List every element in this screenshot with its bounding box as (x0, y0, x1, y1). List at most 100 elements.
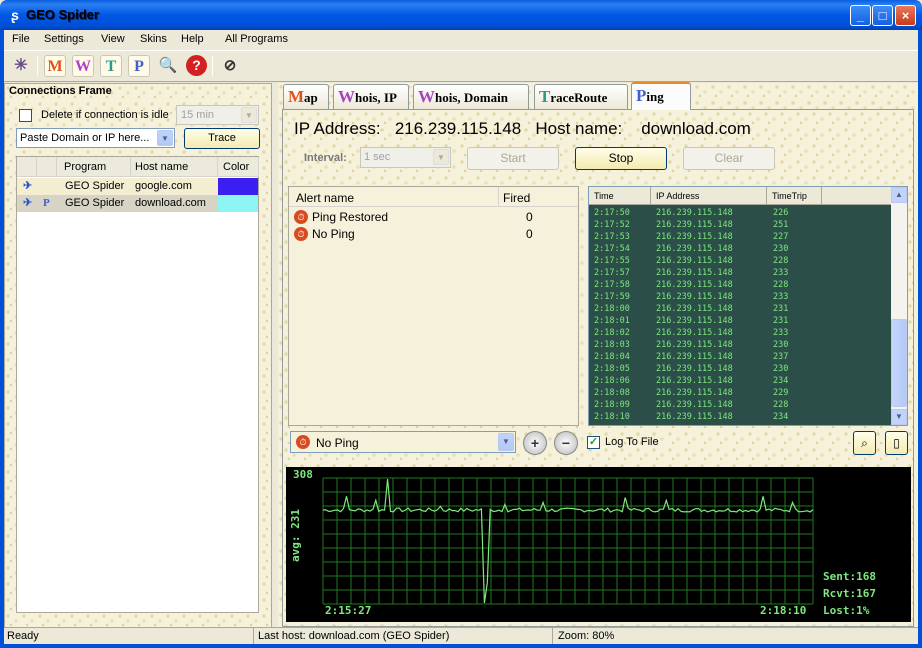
log-row[interactable]: 2:17:54 216.239.115.148 230 (589, 243, 893, 255)
column-header-icon2[interactable] (37, 157, 57, 177)
table-row[interactable]: ✈ P GEO Spider download.com (17, 195, 258, 212)
antispy-icon[interactable]: ⊘ (219, 55, 241, 77)
column-header-fired[interactable]: Fired (503, 191, 530, 205)
log-row[interactable]: 2:17:53 216.239.115.148 227 (589, 231, 893, 243)
column-header-host[interactable]: Host name (131, 157, 218, 177)
column-header-alert-name[interactable]: Alert name (296, 191, 354, 205)
maximize-button[interactable]: □ (872, 5, 893, 26)
log-row[interactable]: 2:18:02 216.239.115.148 233 (589, 327, 893, 339)
column-header-ip[interactable]: IP Address (651, 187, 767, 205)
log-timetrip: 234 (773, 376, 789, 386)
ping-p-icon[interactable]: P (128, 55, 150, 77)
interval-select[interactable]: 1 sec ▼ (360, 147, 451, 168)
search-icon: ⌕ (861, 436, 868, 450)
log-row[interactable]: 2:18:03 216.239.115.148 230 (589, 339, 893, 351)
log-row[interactable]: 2:17:52 216.239.115.148 251 (589, 219, 893, 231)
list-item[interactable]: ⏱ No Ping 0 (292, 226, 576, 242)
log-row[interactable]: 2:17:57 216.239.115.148 233 (589, 267, 893, 279)
view-log-button[interactable]: ⌕ (853, 431, 876, 455)
traceroute-t-icon[interactable]: T (100, 55, 122, 77)
toolbar-separator (212, 56, 213, 76)
chevron-down-icon: ▼ (498, 433, 514, 451)
trace-button[interactable]: Trace (184, 128, 260, 149)
close-button[interactable]: × (895, 5, 916, 26)
map-m-icon[interactable]: M (44, 55, 66, 77)
log-row[interactable]: 2:18:00 216.239.115.148 231 (589, 303, 893, 315)
tab-whois-domain[interactable]: Whois, Domain (413, 84, 529, 109)
idle-time-select[interactable]: 15 min ▼ (176, 105, 259, 125)
log-row[interactable]: 2:17:58 216.239.115.148 228 (589, 279, 893, 291)
log-timetrip: 226 (773, 208, 789, 218)
whois-w-icon[interactable]: W (72, 55, 94, 77)
tab-map-label: ap (304, 90, 318, 105)
menu-all-programs[interactable]: All Programs (225, 33, 288, 45)
spider-icon[interactable]: ✳ (10, 55, 32, 77)
clear-button[interactable]: Clear (683, 147, 775, 170)
log-ip: 216.239.115.148 (656, 364, 733, 374)
row-host: google.com (135, 180, 192, 192)
stop-button[interactable]: Stop (575, 147, 667, 170)
list-item[interactable]: ⏱ Ping Restored 0 (292, 209, 576, 225)
log-row[interactable]: 2:17:50 216.239.115.148 226 (589, 207, 893, 219)
minimize-button[interactable]: _ (850, 5, 871, 26)
scroll-thumb[interactable] (891, 319, 907, 407)
scroll-up-icon[interactable]: ▲ (891, 187, 907, 203)
tab-map[interactable]: Map (283, 84, 329, 109)
status-last-host: Last host: download.com (GEO Spider) (258, 630, 450, 642)
log-row[interactable]: 2:17:55 216.239.115.148 228 (589, 255, 893, 267)
log-row[interactable]: 2:18:09 216.239.115.148 228 (589, 399, 893, 411)
log-ip: 216.239.115.148 (656, 400, 733, 410)
tab-traceroute[interactable]: TraceRoute (534, 84, 628, 109)
log-row[interactable]: 2:18:05 216.239.115.148 230 (589, 363, 893, 375)
menu-help[interactable]: Help (181, 33, 204, 45)
tab-ping[interactable]: Ping (631, 82, 691, 110)
status-ready: Ready (7, 630, 39, 642)
column-header-empty (822, 187, 893, 205)
log-row[interactable]: 2:18:10 216.239.115.148 234 (589, 411, 893, 423)
connections-title: Connections Frame (9, 85, 112, 97)
whois-w-icon: W (338, 87, 355, 106)
title-bar[interactable] (0, 0, 922, 30)
log-row[interactable]: 2:17:59 216.239.115.148 233 (589, 291, 893, 303)
menu-skins[interactable]: Skins (140, 33, 167, 45)
log-row[interactable]: 2:18:04 216.239.115.148 237 (589, 351, 893, 363)
ping-log: Time IP Address TimeTrip 2:17:50 216.239.… (588, 186, 908, 426)
column-header-icon1[interactable] (17, 157, 37, 177)
tab-whois-ip[interactable]: Whois, IP (333, 84, 409, 109)
traceroute-t-icon: T (539, 87, 551, 106)
search-icon[interactable]: 🔍 (157, 55, 179, 77)
open-file-button[interactable]: ▯ (885, 431, 908, 455)
alert-fired: 0 (526, 210, 533, 224)
graph-avg-label: avg: 231 (289, 509, 302, 562)
log-timetrip: 233 (773, 328, 789, 338)
delete-idle-checkbox[interactable] (19, 109, 32, 122)
alert-select[interactable]: ⏱ No Ping ▼ (290, 431, 516, 453)
add-alert-button[interactable]: + (523, 431, 547, 455)
menu-view[interactable]: View (101, 33, 125, 45)
menu-settings[interactable]: Settings (44, 33, 84, 45)
remove-alert-button[interactable]: − (554, 431, 578, 455)
scroll-down-icon[interactable]: ▼ (891, 409, 907, 425)
log-to-file-checkbox[interactable]: ✓ (587, 436, 600, 449)
table-row[interactable]: ✈ GEO Spider google.com (17, 178, 258, 195)
status-divider (253, 628, 254, 644)
column-header-program[interactable]: Program (57, 157, 131, 177)
domain-ip-input[interactable]: Paste Domain or IP here... ▼ (16, 128, 175, 148)
log-time: 2:17:50 (594, 208, 630, 218)
log-timetrip: 231 (773, 316, 789, 326)
log-ip: 216.239.115.148 (656, 232, 733, 242)
log-scrollbar[interactable]: ▲ ▼ (891, 187, 907, 425)
help-icon[interactable]: ? (186, 55, 207, 76)
column-header-color[interactable]: Color (218, 157, 259, 177)
column-header-timetrip[interactable]: TimeTrip (767, 187, 822, 205)
column-header-time[interactable]: Time (589, 187, 651, 205)
start-button[interactable]: Start (467, 147, 559, 170)
log-time: 2:18:01 (594, 316, 630, 326)
log-timetrip: 227 (773, 232, 789, 242)
log-row[interactable]: 2:18:01 216.239.115.148 231 (589, 315, 893, 327)
log-row[interactable]: 2:18:08 216.239.115.148 229 (589, 387, 893, 399)
graph-end-time: 2:18:10 (760, 604, 807, 617)
log-ip: 216.239.115.148 (656, 352, 733, 362)
log-row[interactable]: 2:18:06 216.239.115.148 234 (589, 375, 893, 387)
menu-file[interactable]: File (12, 33, 30, 45)
